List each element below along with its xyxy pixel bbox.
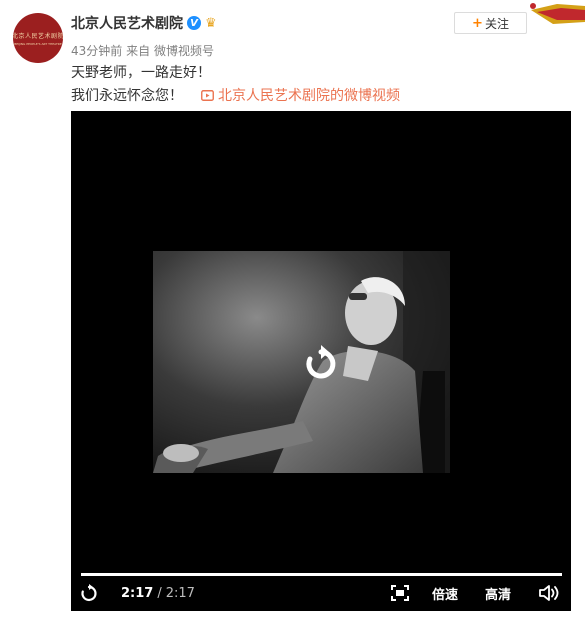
- current-time: 2:17: [121, 585, 154, 601]
- fullscreen-icon[interactable]: [391, 581, 409, 605]
- progress-fill: [81, 573, 562, 576]
- volume-icon[interactable]: [539, 581, 561, 605]
- post-text-line1: 天野老师，一路走好！: [71, 65, 211, 81]
- video-player[interactable]: 2:17 / 2:17 倍速 高清: [71, 111, 571, 611]
- follow-label: 关注: [484, 16, 509, 31]
- avatar-title: 北京人民艺术剧院: [13, 32, 63, 40]
- source-prefix: 来自: [126, 44, 151, 58]
- video-frame: [153, 251, 450, 473]
- progress-bar[interactable]: [81, 573, 562, 576]
- speed-button[interactable]: 倍速: [432, 581, 458, 605]
- verified-badge-icon: V: [187, 16, 201, 30]
- time-separator: /: [157, 585, 162, 601]
- post-source[interactable]: 微博视频号: [154, 44, 214, 58]
- post-time[interactable]: 43分钟前: [71, 44, 122, 58]
- video-link-label: 北京人民艺术剧院的微博视频: [218, 88, 400, 104]
- follow-button[interactable]: + 关注: [454, 12, 527, 34]
- replay-icon[interactable]: [80, 581, 98, 605]
- decorative-banner: [527, 0, 585, 28]
- quality-button[interactable]: 高清: [485, 581, 511, 605]
- account-name[interactable]: 北京人民艺术剧院: [71, 13, 183, 33]
- replay-large-icon[interactable]: [304, 345, 338, 381]
- avatar-subtitle: BEIJING PEOPLE'S ART THEATRE: [14, 41, 62, 46]
- post-text-line2-row: 我们永远怀念您！ 北京人民艺术剧院的微博视频: [71, 85, 400, 105]
- plus-icon: +: [472, 15, 483, 31]
- video-link[interactable]: 北京人民艺术剧院的微博视频: [201, 85, 400, 105]
- avatar[interactable]: 北京人民艺术剧院 BEIJING PEOPLE'S ART THEATRE: [13, 13, 63, 63]
- time-display: 2:17 / 2:17: [121, 581, 195, 605]
- post-text-line2: 我们永远怀念您！: [71, 88, 183, 104]
- account-name-row: 北京人民艺术剧院 V ♛: [71, 13, 217, 33]
- crown-icon: ♛: [205, 15, 217, 31]
- video-link-icon: [201, 89, 214, 101]
- post-meta: 43分钟前 来自 微博视频号: [71, 42, 214, 59]
- duration: 2:17: [165, 585, 195, 601]
